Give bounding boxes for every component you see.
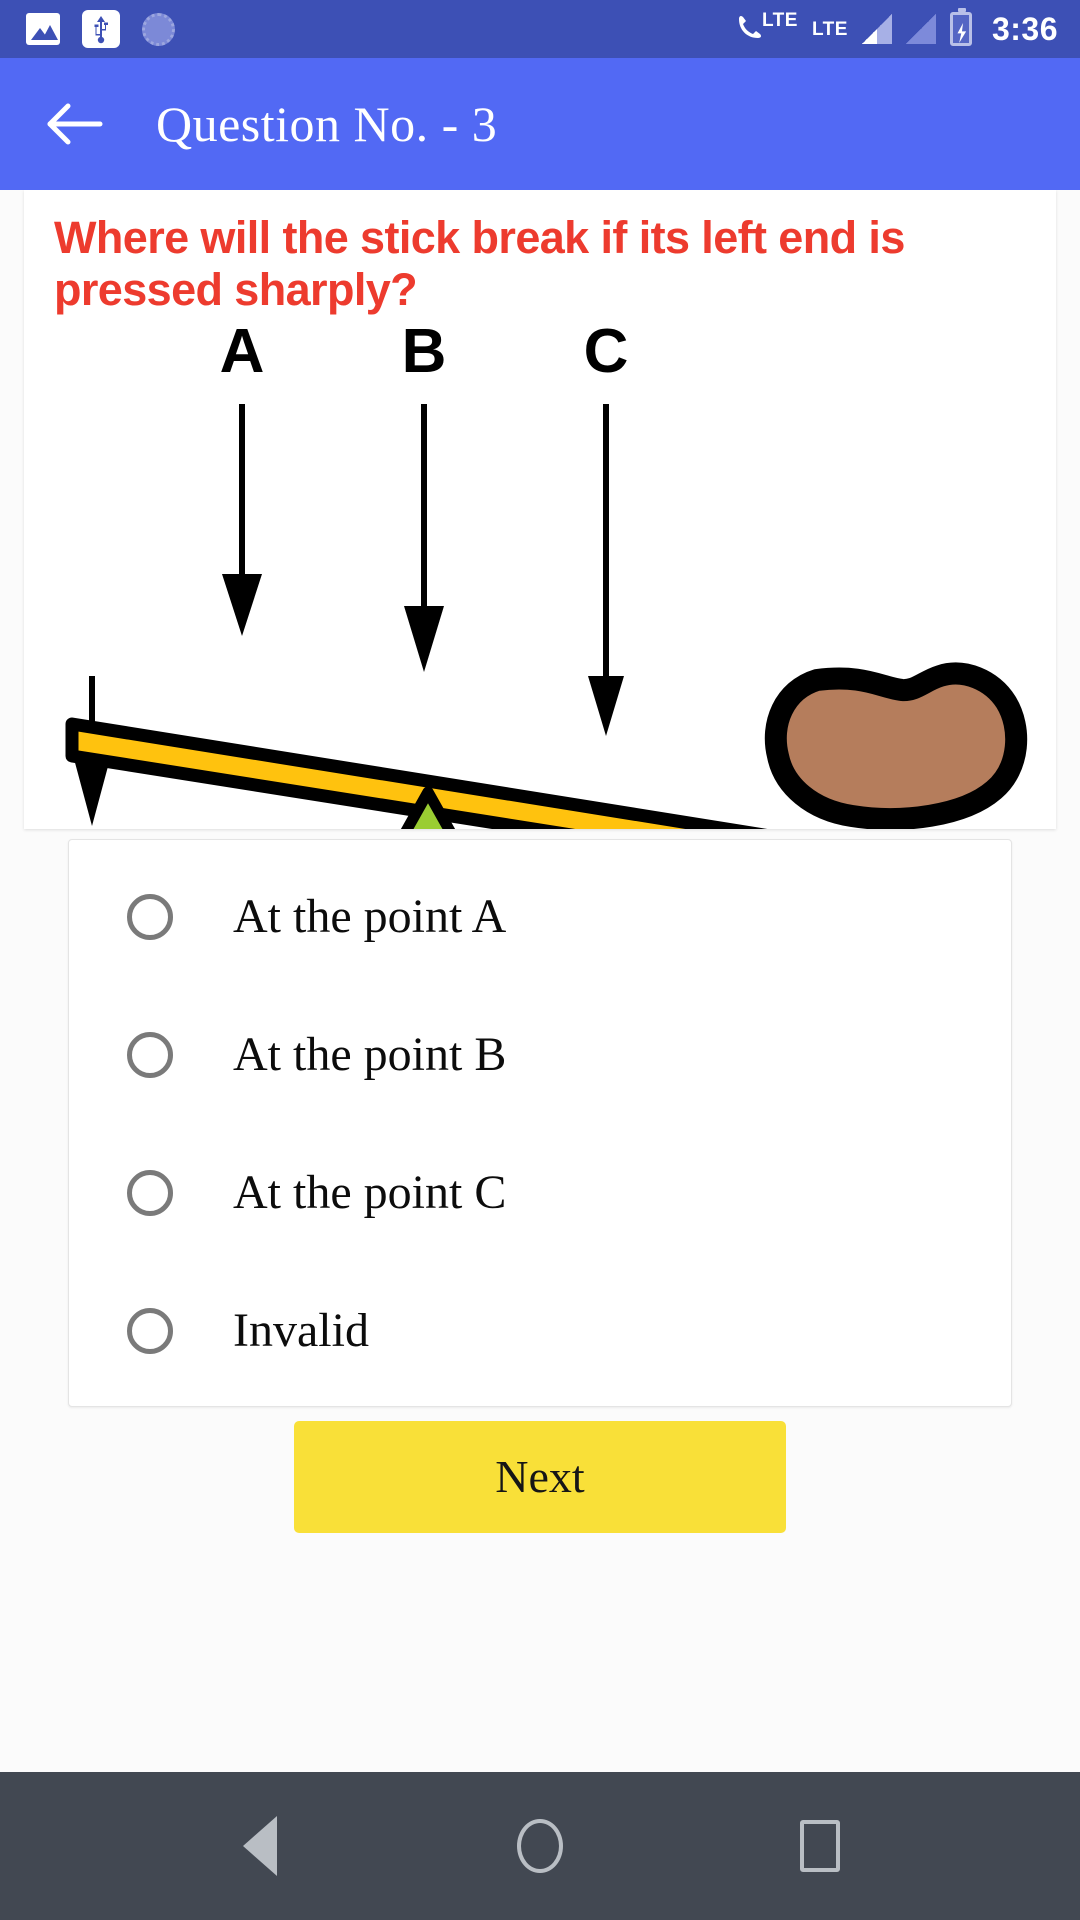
usb-glyph [94,16,108,44]
usb-icon [82,10,120,48]
option-label: At the point B [233,1028,507,1081]
app-bar: Question No. - 3 [0,58,1080,190]
recents-square-icon [800,1820,840,1872]
signal-empty-icon [905,14,936,44]
signal-full-icon [861,14,892,44]
arrow-a [222,403,262,636]
content-area: Where will the stick break if its left e… [0,190,1080,1772]
nav-recents-button[interactable] [760,1801,880,1891]
next-button-wrapper: Next [0,1420,1080,1533]
nav-home-button[interactable] [480,1801,600,1891]
option-row-1[interactable]: At the point B [69,986,1011,1124]
radio-icon[interactable] [127,1307,173,1354]
radio-icon[interactable] [127,1169,173,1216]
status-bar-left-icons [26,10,175,48]
phone-glyph [738,15,762,38]
diagram-label-c: C [584,324,629,386]
option-label: Invalid [233,1304,369,1357]
options-card: At the point A At the point B At the poi… [68,838,1012,1407]
status-bar-right-icons: LTE LTE 3:36 [734,8,1058,48]
status-bar: LTE LTE 3:36 [0,0,1080,58]
arrow-b [404,403,444,672]
status-bar-clock: 3:36 [991,10,1058,47]
question-card: Where will the stick break if its left e… [24,190,1056,829]
rock-shape [764,662,1028,829]
option-row-2[interactable]: At the point C [69,1124,1011,1262]
back-arrow-icon[interactable] [46,98,104,150]
next-button[interactable]: Next [294,1420,786,1533]
spinner-icon [142,12,175,46]
volte-lte-icon: LTE [734,11,798,47]
nav-back-button[interactable] [200,1801,320,1891]
diagram-label-b: B [402,324,447,386]
radio-icon[interactable] [127,1031,173,1078]
lte-label: LTE [811,18,848,40]
lever-diagram: A B C [24,323,1056,829]
photo-icon [26,13,60,45]
lever-diagram-svg: A B C [65,324,1028,829]
option-row-0[interactable]: At the point A [69,848,1011,986]
back-arrow-glyph [47,103,103,145]
battery-charging-icon [949,8,972,46]
diagram-label-a: A [220,324,265,386]
radio-icon[interactable] [127,893,173,940]
back-triangle-icon [243,1816,277,1876]
option-label: At the point A [233,890,507,943]
volte-lte-label: LTE [761,10,798,31]
arrow-c [588,403,624,736]
phone-screen: LTE LTE 3:36 Question No. - 3 Where will… [0,0,1080,1920]
android-nav-bar [0,1772,1080,1920]
home-circle-icon [517,1819,563,1873]
option-label: At the point C [233,1166,507,1219]
question-text: Where will the stick break if its left e… [54,212,905,315]
option-row-3[interactable]: Invalid [69,1262,1011,1400]
page-title: Question No. - 3 [156,96,498,152]
